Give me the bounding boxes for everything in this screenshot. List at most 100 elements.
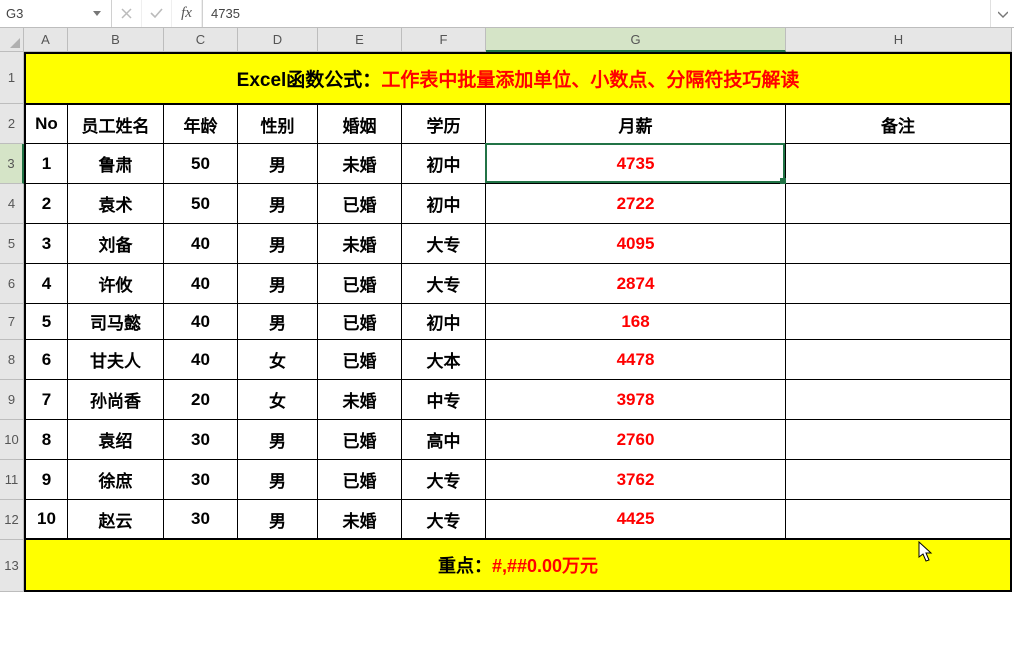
cells-area[interactable]: Excel函数公式：工作表中批量添加单位、小数点、分隔符技巧解读No员工姓名年龄…	[24, 52, 1012, 592]
data-cell-r3-c7[interactable]	[786, 144, 1012, 184]
data-cell-r4-c6[interactable]: 2722	[486, 184, 786, 224]
insert-function-button[interactable]: fx	[172, 0, 202, 27]
data-cell-r9-c0[interactable]: 7	[24, 380, 68, 420]
data-cell-r11-c2[interactable]: 30	[164, 460, 238, 500]
column-header-F[interactable]: F	[402, 28, 486, 52]
data-cell-r5-c5[interactable]: 大专	[402, 224, 486, 264]
row-header-9[interactable]: 9	[0, 380, 24, 420]
data-cell-r9-c6[interactable]: 3978	[486, 380, 786, 420]
data-cell-r12-c5[interactable]: 大专	[402, 500, 486, 540]
data-cell-r10-c6[interactable]: 2760	[486, 420, 786, 460]
row-header-1[interactable]: 1	[0, 52, 24, 104]
data-cell-r12-c0[interactable]: 10	[24, 500, 68, 540]
data-cell-r11-c5[interactable]: 大专	[402, 460, 486, 500]
footer-note[interactable]: 重点：#,##0.00万元	[24, 540, 1012, 592]
data-cell-r8-c6[interactable]: 4478	[486, 340, 786, 380]
data-cell-r6-c1[interactable]: 许攸	[68, 264, 164, 304]
data-cell-r12-c4[interactable]: 未婚	[318, 500, 402, 540]
name-box[interactable]: G3	[0, 0, 112, 27]
header-cell-6[interactable]: 月薪	[486, 104, 786, 144]
data-cell-r3-c5[interactable]: 初中	[402, 144, 486, 184]
data-cell-r7-c7[interactable]	[786, 304, 1012, 340]
column-header-C[interactable]: C	[164, 28, 238, 52]
header-cell-0[interactable]: No	[24, 104, 68, 144]
data-cell-r6-c3[interactable]: 男	[238, 264, 318, 304]
name-box-dropdown-icon[interactable]	[89, 6, 105, 22]
column-header-G[interactable]: G	[486, 28, 786, 52]
data-cell-r11-c6[interactable]: 3762	[486, 460, 786, 500]
data-cell-r11-c4[interactable]: 已婚	[318, 460, 402, 500]
row-header-2[interactable]: 2	[0, 104, 24, 144]
data-cell-r11-c3[interactable]: 男	[238, 460, 318, 500]
row-header-10[interactable]: 10	[0, 420, 24, 460]
header-cell-1[interactable]: 员工姓名	[68, 104, 164, 144]
header-cell-3[interactable]: 性别	[238, 104, 318, 144]
data-cell-r10-c0[interactable]: 8	[24, 420, 68, 460]
confirm-edit-button[interactable]	[142, 0, 172, 27]
data-cell-r8-c0[interactable]: 6	[24, 340, 68, 380]
row-header-8[interactable]: 8	[0, 340, 24, 380]
data-cell-r9-c4[interactable]: 未婚	[318, 380, 402, 420]
data-cell-r3-c2[interactable]: 50	[164, 144, 238, 184]
data-cell-r7-c1[interactable]: 司马懿	[68, 304, 164, 340]
column-header-D[interactable]: D	[238, 28, 318, 52]
data-cell-r9-c1[interactable]: 孙尚香	[68, 380, 164, 420]
data-cell-r7-c3[interactable]: 男	[238, 304, 318, 340]
data-cell-r10-c5[interactable]: 高中	[402, 420, 486, 460]
data-cell-r12-c6[interactable]: 4425	[486, 500, 786, 540]
data-cell-r12-c3[interactable]: 男	[238, 500, 318, 540]
data-cell-r9-c3[interactable]: 女	[238, 380, 318, 420]
row-header-4[interactable]: 4	[0, 184, 24, 224]
data-cell-r8-c5[interactable]: 大本	[402, 340, 486, 380]
data-cell-r9-c7[interactable]	[786, 380, 1012, 420]
row-header-5[interactable]: 5	[0, 224, 24, 264]
header-cell-5[interactable]: 学历	[402, 104, 486, 144]
data-cell-r4-c5[interactable]: 初中	[402, 184, 486, 224]
data-cell-r7-c5[interactable]: 初中	[402, 304, 486, 340]
data-cell-r6-c2[interactable]: 40	[164, 264, 238, 304]
data-cell-r12-c1[interactable]: 赵云	[68, 500, 164, 540]
header-cell-7[interactable]: 备注	[786, 104, 1012, 144]
header-cell-4[interactable]: 婚姻	[318, 104, 402, 144]
data-cell-r7-c0[interactable]: 5	[24, 304, 68, 340]
row-header-3[interactable]: 3	[0, 144, 24, 184]
select-all-corner[interactable]	[0, 28, 24, 52]
data-cell-r6-c0[interactable]: 4	[24, 264, 68, 304]
expand-formula-bar-button[interactable]	[990, 0, 1014, 27]
data-cell-r5-c6[interactable]: 4095	[486, 224, 786, 264]
data-cell-r3-c6[interactable]: 4735	[486, 144, 786, 184]
formula-input[interactable]: 4735	[202, 0, 990, 27]
data-cell-r10-c1[interactable]: 袁绍	[68, 420, 164, 460]
column-header-H[interactable]: H	[786, 28, 1012, 52]
data-cell-r5-c3[interactable]: 男	[238, 224, 318, 264]
data-cell-r12-c7[interactable]	[786, 500, 1012, 540]
data-cell-r10-c2[interactable]: 30	[164, 420, 238, 460]
data-cell-r3-c0[interactable]: 1	[24, 144, 68, 184]
data-cell-r3-c4[interactable]: 未婚	[318, 144, 402, 184]
data-cell-r6-c5[interactable]: 大专	[402, 264, 486, 304]
row-header-13[interactable]: 13	[0, 540, 24, 592]
data-cell-r5-c2[interactable]: 40	[164, 224, 238, 264]
data-cell-r11-c0[interactable]: 9	[24, 460, 68, 500]
data-cell-r4-c0[interactable]: 2	[24, 184, 68, 224]
data-cell-r6-c4[interactable]: 已婚	[318, 264, 402, 304]
column-header-A[interactable]: A	[24, 28, 68, 52]
data-cell-r10-c7[interactable]	[786, 420, 1012, 460]
column-header-B[interactable]: B	[68, 28, 164, 52]
data-cell-r4-c7[interactable]	[786, 184, 1012, 224]
data-cell-r4-c2[interactable]: 50	[164, 184, 238, 224]
data-cell-r10-c3[interactable]: 男	[238, 420, 318, 460]
data-cell-r7-c6[interactable]: 168	[486, 304, 786, 340]
header-cell-2[interactable]: 年龄	[164, 104, 238, 144]
data-cell-r4-c3[interactable]: 男	[238, 184, 318, 224]
data-cell-r8-c4[interactable]: 已婚	[318, 340, 402, 380]
data-cell-r6-c6[interactable]: 2874	[486, 264, 786, 304]
data-cell-r7-c2[interactable]: 40	[164, 304, 238, 340]
data-cell-r7-c4[interactable]: 已婚	[318, 304, 402, 340]
data-cell-r6-c7[interactable]	[786, 264, 1012, 304]
data-cell-r12-c2[interactable]: 30	[164, 500, 238, 540]
data-cell-r11-c7[interactable]	[786, 460, 1012, 500]
data-cell-r4-c1[interactable]: 袁术	[68, 184, 164, 224]
data-cell-r11-c1[interactable]: 徐庶	[68, 460, 164, 500]
data-cell-r9-c5[interactable]: 中专	[402, 380, 486, 420]
